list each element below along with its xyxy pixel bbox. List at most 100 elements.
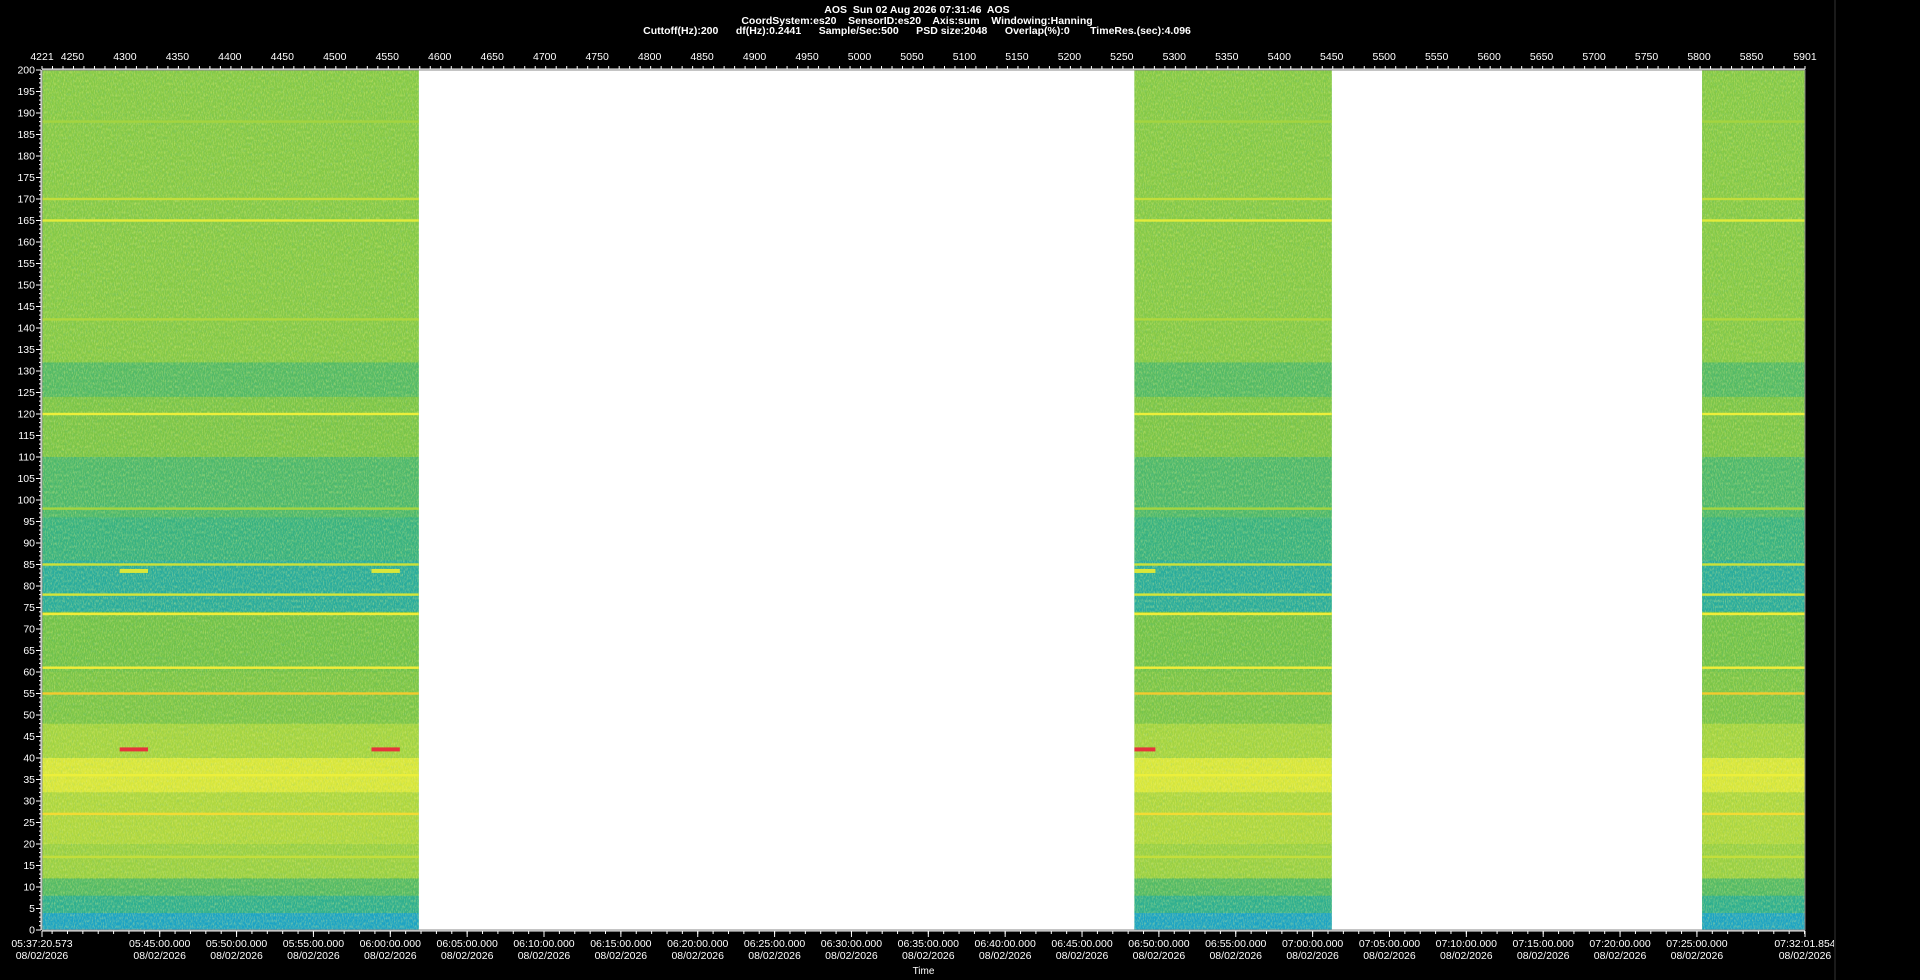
y-axis-tick-label: 180	[17, 151, 35, 163]
y-axis-tick-label: 10	[23, 882, 35, 894]
y-axis-tick-label: 145	[17, 301, 35, 313]
tonal-line	[1702, 563, 1805, 566]
top-axis-tick-label: 4550	[376, 51, 400, 63]
y-axis-tick-label: 135	[17, 344, 35, 356]
x-axis-date-label: 08/02/2026	[1133, 950, 1186, 962]
y-axis-tick-label: 175	[17, 172, 35, 184]
x-axis-tick-label: 06:35:00.000	[898, 938, 959, 950]
tonal-line	[42, 774, 419, 777]
tonal-line	[1134, 692, 1332, 695]
x-axis-date-label: 08/02/2026	[979, 950, 1032, 962]
top-axis-tick-label: 5750	[1635, 51, 1659, 63]
x-axis-date-label: 08/02/2026	[1517, 950, 1570, 962]
x-axis-date-label: 08/02/2026	[133, 950, 186, 962]
y-axis-tick-label: 155	[17, 258, 35, 270]
tonal-line	[42, 219, 419, 222]
y-axis-tick-label: 40	[23, 753, 35, 765]
x-axis-tick-label: 07:32:01.854	[1774, 938, 1834, 950]
tonal-line	[1134, 219, 1332, 222]
top-axis-tick-label: 5700	[1582, 51, 1606, 63]
x-axis-tick-label: 06:50:00.000	[1128, 938, 1189, 950]
top-axis-tick-label: 5450	[1320, 51, 1344, 63]
top-axis-tick-label: 4221	[30, 51, 54, 63]
top-axis-tick-label: 4350	[166, 51, 190, 63]
y-axis-tick-label: 65	[23, 645, 35, 657]
tonal-line	[1134, 855, 1332, 859]
x-axis-date-label: 08/02/2026	[287, 950, 340, 962]
tonal-line	[1134, 197, 1332, 201]
window-edge	[1834, 0, 1836, 980]
tonal-line	[42, 507, 419, 510]
x-axis-tick-label: 06:00:00.000	[360, 938, 421, 950]
event-mark	[371, 747, 400, 752]
top-axis-tick-label: 4300	[113, 51, 137, 63]
tonal-line	[42, 692, 419, 695]
x-axis-date-label: 08/02/2026	[1671, 950, 1724, 962]
y-axis-tick-label: 90	[23, 538, 35, 550]
top-axis-tick-label: 5600	[1477, 51, 1501, 63]
x-axis-tick-label: 05:55:00.000	[283, 938, 344, 950]
tonal-line	[1134, 812, 1332, 816]
tonal-line	[1702, 593, 1805, 596]
y-axis-tick-label: 15	[23, 860, 35, 872]
x-axis-date-label: 08/02/2026	[671, 950, 724, 962]
y-axis-tick-label: 20	[23, 839, 35, 851]
x-axis-date-label: 08/02/2026	[748, 950, 801, 962]
x-axis-tick-label: 06:25:00.000	[744, 938, 805, 950]
tonal-line	[42, 197, 419, 201]
y-axis-tick-label: 120	[17, 409, 35, 421]
x-axis-date-label: 08/02/2026	[595, 950, 648, 962]
tonal-line	[1702, 612, 1805, 616]
x-axis-label: Time	[913, 966, 935, 977]
x-axis-tick-label: 06:20:00.000	[667, 938, 728, 950]
y-axis-tick-label: 85	[23, 559, 35, 571]
y-axis-tick-label: 200	[17, 65, 35, 77]
y-axis-tick-label: 165	[17, 215, 35, 227]
tonal-line	[42, 563, 419, 566]
tonal-line	[1134, 612, 1332, 616]
y-axis-tick-label: 105	[17, 473, 35, 485]
y-axis-tick-label: 170	[17, 194, 35, 206]
spectrogram-chart[interactable]: 4221 4250 4300 4350 4400 4450 4500 4550 4600 4650…	[0, 0, 1834, 980]
tonal-line	[1702, 692, 1805, 695]
top-axis-tick-label: 5650	[1530, 51, 1554, 63]
x-axis-tick-label: 07:05:00.000	[1359, 938, 1420, 950]
y-axis-tick-label: 125	[17, 387, 35, 399]
top-axis-tick-label: 5901	[1793, 51, 1817, 63]
x-axis-tick-label: 06:30:00.000	[821, 938, 882, 950]
top-axis-tick-label: 5150	[1005, 51, 1029, 63]
x-axis-tick-label: 05:45:00.000	[129, 938, 190, 950]
x-axis-tick-label: 06:55:00.000	[1205, 938, 1266, 950]
tonal-line	[42, 593, 419, 596]
tonal-line	[1134, 563, 1332, 566]
tonal-line	[1134, 593, 1332, 596]
x-axis-date-label: 08/02/2026	[1440, 950, 1493, 962]
tonal-line	[42, 855, 419, 859]
tonal-line	[1134, 774, 1332, 777]
y-axis-tick-label: 110	[18, 452, 35, 464]
y-axis-tick-label: 75	[23, 602, 35, 614]
y-axis-tick-label: 140	[17, 323, 35, 335]
y-axis-tick-label: 30	[23, 796, 35, 808]
tonal-line	[1702, 855, 1805, 859]
y-axis-tick-label: 55	[23, 688, 35, 700]
x-axis-date-label: 08/02/2026	[1594, 950, 1647, 962]
y-axis-tick-label: 195	[17, 86, 35, 98]
event-mark	[1134, 747, 1156, 752]
top-axis-tick-label: 5400	[1268, 51, 1292, 63]
tonal-line	[42, 120, 419, 123]
top-axis-tick-label: 4800	[638, 51, 662, 63]
y-axis-tick-label: 130	[17, 366, 35, 378]
x-axis-date-label: 08/02/2026	[364, 950, 417, 962]
spectrogram-window: AOS Sun 02 Aug 2026 07:31:46 AOS CoordSy…	[0, 0, 1920, 980]
tonal-line	[1702, 507, 1805, 510]
tonal-line	[1702, 666, 1805, 669]
x-axis-date-label: 08/02/2026	[16, 950, 69, 962]
tonal-line	[1134, 666, 1332, 669]
y-axis-tick-label: 95	[23, 516, 35, 528]
top-axis-tick-label: 5000	[848, 51, 872, 63]
x-axis-date-label: 08/02/2026	[1286, 950, 1339, 962]
y-axis-tick-label: 100	[17, 495, 35, 507]
x-axis-date-label: 08/02/2026	[902, 950, 955, 962]
top-axis-tick-label: 5350	[1215, 51, 1239, 63]
